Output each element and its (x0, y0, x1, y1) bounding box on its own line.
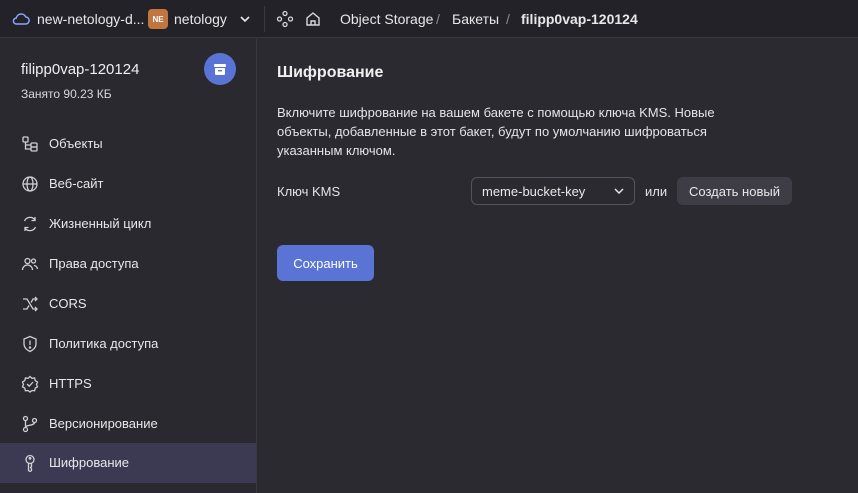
sidebar-item-https[interactable]: HTTPS (0, 364, 256, 404)
sidebar-item-lifecycle[interactable]: Жизненный цикл (0, 204, 256, 244)
sidebar-item-label: Объекты (49, 136, 103, 151)
kms-key-select[interactable]: meme-bucket-key (471, 177, 635, 205)
breadcrumb-separator: / (436, 11, 440, 27)
breadcrumb-separator: / (506, 11, 510, 27)
top-bar: new-netology-d... NE netology Object Sto… (0, 0, 858, 38)
encryption-description: Включите шифрование на вашем бакете с по… (277, 105, 715, 158)
bucket-name: filipp0vap-120124 (21, 61, 140, 78)
kms-key-value: meme-bucket-key (482, 184, 586, 199)
sidebar-item-label: Права доступа (49, 256, 139, 271)
globe-icon (21, 175, 39, 193)
breadcrumb-buckets[interactable]: Бакеты (452, 11, 499, 27)
sidebar-item-label: Версионирование (49, 416, 158, 431)
bucket-usage: Занято 90.23 КБ (21, 87, 112, 101)
key-icon (21, 454, 39, 472)
cloud-name[interactable]: new-netology-d... (37, 11, 144, 27)
sidebar-item-permissions[interactable]: Права доступа (0, 244, 256, 284)
shield-icon (21, 335, 39, 353)
cloud-icon[interactable] (12, 11, 30, 27)
sidebar-item-website[interactable]: Веб-сайт (0, 164, 256, 204)
sidebar-item-label: Политика доступа (49, 336, 159, 351)
breadcrumb-object-storage[interactable]: Object Storage (340, 11, 433, 27)
bucket-icon (204, 53, 236, 85)
sidebar: filipp0vap-120124 Занято 90.23 КБ Объект… (0, 39, 257, 493)
https-icon (21, 375, 39, 393)
objects-icon (21, 135, 39, 153)
breadcrumb-current-bucket: filipp0vap-120124 (521, 11, 638, 27)
home-icon[interactable] (304, 10, 322, 28)
chevron-down-icon[interactable] (238, 12, 252, 26)
or-text: или (645, 184, 668, 199)
lifecycle-icon (21, 215, 39, 233)
sidebar-item-access-policy[interactable]: Политика доступа (0, 324, 256, 364)
sidebar-item-cors[interactable]: CORS (0, 284, 256, 324)
sidebar-item-label: Жизненный цикл (49, 216, 152, 231)
page-title: Шифрование (277, 64, 384, 81)
topbar-divider (264, 6, 265, 32)
kms-key-label: Ключ KMS (277, 184, 341, 199)
sidebar-item-label: Шифрование (49, 455, 129, 470)
save-button[interactable]: Сохранить (277, 245, 374, 281)
sidebar-item-label: CORS (49, 296, 87, 311)
versioning-icon (21, 415, 39, 433)
main-content: Шифрование Включите шифрование на вашем … (258, 39, 858, 493)
create-new-key-button[interactable]: Создать новый (677, 177, 792, 205)
cors-icon (21, 295, 39, 313)
chevron-down-icon (612, 184, 626, 198)
sidebar-item-encryption[interactable]: Шифрование (0, 443, 256, 483)
services-icon[interactable] (276, 10, 294, 28)
org-name[interactable]: netology (174, 11, 227, 27)
sidebar-item-objects[interactable]: Объекты (0, 124, 256, 164)
sidebar-item-label: Веб-сайт (49, 176, 104, 191)
users-icon (21, 255, 39, 273)
org-badge[interactable]: NE (148, 9, 168, 29)
sidebar-item-label: HTTPS (49, 376, 92, 391)
sidebar-item-versioning[interactable]: Версионирование (0, 404, 256, 444)
